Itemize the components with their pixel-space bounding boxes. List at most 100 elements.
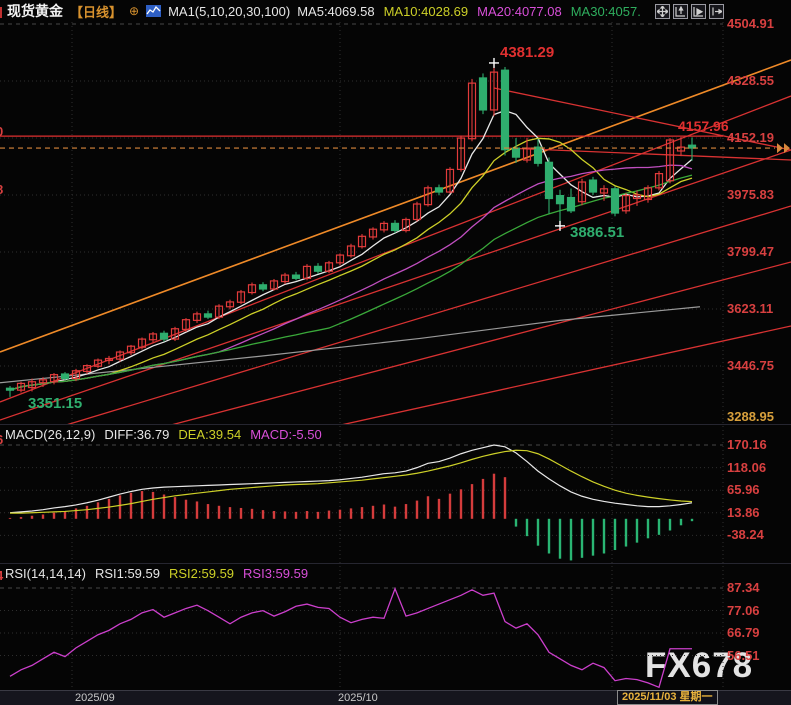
candle[interactable] <box>249 283 256 295</box>
time-label-oct: 2025/10 <box>338 692 378 704</box>
candle[interactable] <box>436 185 443 196</box>
macd-diff-value: DIFF:36.79 <box>104 427 169 442</box>
candle[interactable] <box>260 282 267 291</box>
y-axis-label: 170.16 <box>727 437 767 452</box>
macd-header: MACD(26,12,9) DIFF:36.79 DEA:39.54 MACD:… <box>5 427 322 442</box>
trendline[interactable] <box>505 148 791 160</box>
candle[interactable] <box>502 67 509 156</box>
candle[interactable] <box>557 190 564 224</box>
candle[interactable] <box>612 187 619 217</box>
macd-value: MACD:-5.50 <box>250 427 322 442</box>
rsi3-value: RSI3:59.59 <box>243 566 308 581</box>
ma-values: MA5:4069.58 MA10:4028.69 MA20:4077.08 MA30:… <box>297 4 641 19</box>
candle[interactable] <box>194 312 201 323</box>
rsi1-value: RSI1:59.59 <box>95 566 160 581</box>
main-chart-panel[interactable]: 4381.293886.513351.154157.96 <box>0 0 791 705</box>
ma-value-label: MA10:4028.69 <box>384 4 469 19</box>
candle[interactable] <box>414 202 421 222</box>
rsi-header: RSI(14,14,14) RSI1:59.59 RSI2:59.59 RSI3… <box>5 566 308 581</box>
left-axis-digit: 8 <box>0 182 3 197</box>
chart-toolbar <box>655 4 724 19</box>
ma100-line <box>0 307 700 383</box>
time-axis[interactable]: 2025/09 2025/10 2025/11/03 星期一 <box>0 690 791 705</box>
candle[interactable] <box>139 337 146 349</box>
candle[interactable] <box>458 135 465 171</box>
candle[interactable] <box>623 193 630 214</box>
y-axis-label: 56.51 <box>727 648 760 663</box>
candle[interactable] <box>7 386 14 397</box>
candle[interactable] <box>546 157 553 213</box>
candle[interactable] <box>326 261 333 273</box>
candle[interactable] <box>403 218 410 233</box>
ma-value-label: MA20:4077.08 <box>477 4 562 19</box>
y-axis-label: 66.79 <box>727 625 760 640</box>
candle[interactable] <box>271 279 278 291</box>
candle[interactable] <box>106 356 113 364</box>
y-axis-label: 3623.11 <box>727 301 773 316</box>
panel-separator <box>0 563 791 564</box>
y-axis-label: 3799.47 <box>727 244 774 259</box>
candle[interactable] <box>480 73 487 114</box>
candle[interactable] <box>513 138 520 163</box>
y-axis-label: -38.24 <box>727 527 764 542</box>
candle[interactable] <box>656 171 663 190</box>
candle[interactable] <box>425 186 432 207</box>
price-annotation: 3351.15 <box>28 395 82 412</box>
price-annotation: 3886.51 <box>570 224 624 241</box>
link-icon[interactable]: ⊕ <box>129 4 139 18</box>
y-axis-label: 87.34 <box>727 580 760 595</box>
move-icon[interactable] <box>655 4 670 19</box>
candle[interactable] <box>381 221 388 232</box>
macd-dea-value: DEA:39.54 <box>178 427 241 442</box>
candle[interactable] <box>469 79 476 141</box>
ma-value-label: MA5:4069.58 <box>297 4 374 19</box>
macd-params-label[interactable]: MACD(26,12,9) <box>5 427 95 442</box>
trendline[interactable] <box>0 206 791 445</box>
ma-settings-label[interactable]: MA1(5,10,20,30,100) <box>168 4 290 19</box>
trendline[interactable] <box>0 60 791 352</box>
candle[interactable] <box>359 234 366 249</box>
candle[interactable] <box>491 64 498 116</box>
period-label[interactable]: 【日线】 <box>70 2 122 21</box>
y-axis-label: 3288.95 <box>727 409 774 424</box>
left-clipped-marker <box>0 7 2 18</box>
price-annotation: 4157.96 <box>678 118 729 134</box>
candle[interactable] <box>150 332 157 342</box>
candle[interactable] <box>282 273 289 284</box>
candle[interactable] <box>205 311 212 319</box>
rsi-panel[interactable] <box>10 589 692 688</box>
y-axis-label: 77.06 <box>727 603 760 618</box>
candle[interactable] <box>238 290 245 304</box>
y-axis-label: 4328.55 <box>727 73 774 88</box>
candle[interactable] <box>337 253 344 265</box>
axis-play-icon[interactable] <box>691 4 706 19</box>
candle[interactable] <box>568 188 575 213</box>
ma-value-label: MA30:4057. <box>571 4 641 19</box>
candle[interactable] <box>216 304 223 319</box>
candle[interactable] <box>348 244 355 258</box>
candle[interactable] <box>447 167 454 194</box>
axis-zoom-in-icon[interactable] <box>673 4 688 19</box>
candle[interactable] <box>183 318 190 332</box>
macd-diff-line <box>10 445 692 513</box>
candle[interactable] <box>689 137 696 160</box>
ma20-line <box>10 165 692 390</box>
left-axis-digit: 6 <box>0 432 3 447</box>
candle[interactable] <box>392 220 399 233</box>
candle[interactable] <box>315 263 322 274</box>
exit-right-icon[interactable] <box>709 4 724 19</box>
y-axis-label: 3975.83 <box>727 187 774 202</box>
chart-window: 现货黄金 【日线】 ⊕ MA1(5,10,20,30,100) MA5:4069… <box>0 0 791 705</box>
candle[interactable] <box>304 264 311 280</box>
macd-panel[interactable] <box>10 445 692 560</box>
candle[interactable] <box>227 300 234 310</box>
candle[interactable] <box>579 179 586 206</box>
ma10-line <box>10 138 692 390</box>
candle[interactable] <box>590 177 597 195</box>
trendline[interactable] <box>0 150 791 420</box>
candle[interactable] <box>293 272 300 280</box>
ma-indicator-icon[interactable] <box>146 5 161 17</box>
y-axis-label: 13.86 <box>727 505 760 520</box>
candle[interactable] <box>370 227 377 239</box>
rsi-params-label[interactable]: RSI(14,14,14) <box>5 566 86 581</box>
